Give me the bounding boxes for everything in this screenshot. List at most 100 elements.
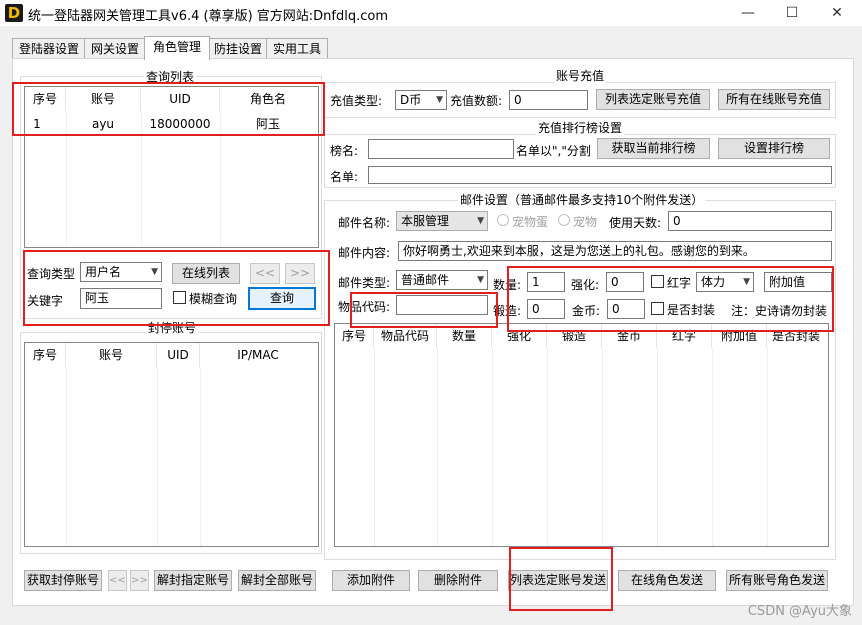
delete-attachment-button[interactable]: 删除附件 xyxy=(418,570,498,591)
fetch-ranking-button[interactable]: 获取当前排行榜 xyxy=(597,138,710,159)
column-header[interactable]: UID xyxy=(157,343,200,367)
quantity-input[interactable]: 1 xyxy=(527,272,565,292)
send-all-button[interactable]: 所有账号角色发送 xyxy=(726,570,828,591)
mail-name-select[interactable]: 本服管理 ▼ xyxy=(396,211,488,231)
ranking-list-input[interactable] xyxy=(368,166,832,184)
column-header[interactable]: 金币 xyxy=(602,324,657,348)
app-logo-icon: D xyxy=(5,4,23,22)
send-selected-button[interactable]: 列表选定账号发送 xyxy=(508,570,608,591)
column-header[interactable]: 附加值 xyxy=(712,324,767,348)
table-row[interactable]: 1 ayu 18000000 阿玉 xyxy=(25,114,318,134)
mail-title: 邮件设置（普通邮件最多支持10个附件发送） xyxy=(458,191,706,208)
gold-input[interactable]: 0 xyxy=(607,299,645,319)
recharge-selected-button[interactable]: 列表选定账号充值 xyxy=(596,89,710,110)
mail-type-label: 邮件类型: xyxy=(338,276,391,290)
title-bar: D 统一登陆器网关管理工具v6.4 (尊享版) 官方网站:Dnfdlq.com … xyxy=(0,0,862,26)
red-text-checkbox[interactable] xyxy=(651,275,664,288)
use-days-input[interactable]: 0 xyxy=(668,211,832,231)
column-header[interactable]: 序号 xyxy=(25,343,66,367)
watermark: CSDN @Ayu大象 xyxy=(747,604,852,619)
mail-type-select[interactable]: 普通邮件 ▼ xyxy=(396,270,488,290)
chevron-down-icon: ▼ xyxy=(151,267,158,277)
column-header[interactable]: 红字 xyxy=(657,324,712,348)
tab-role-management[interactable]: 角色管理 xyxy=(144,36,210,60)
online-list-button[interactable]: 在线列表 xyxy=(172,263,240,284)
banned-prev-button[interactable]: << xyxy=(108,570,127,591)
ranking-list-label: 名单: xyxy=(330,170,359,184)
prev-page-button[interactable]: << xyxy=(250,263,280,284)
attachment-list[interactable]: 序号 物品代码 数量 强化 锻造 金币 红字 附加值 是否封装 xyxy=(334,323,829,547)
use-days-label: 使用天数: xyxy=(609,216,662,230)
column-header[interactable]: 数量 xyxy=(437,324,492,348)
enhance-input[interactable]: 0 xyxy=(606,272,644,292)
tab-launcher-settings[interactable]: 登陆器设置 xyxy=(12,38,86,59)
fuzzy-search-checkbox[interactable] xyxy=(173,291,186,304)
send-online-button[interactable]: 在线角色发送 xyxy=(618,570,716,591)
fuzzy-search-label: 模糊查询 xyxy=(189,292,238,306)
close-icon[interactable]: ✕ xyxy=(815,0,859,26)
mail-content-input[interactable]: 你好啊勇士,欢迎来到本服，这是为您送上的礼包。感谢您的到来。 xyxy=(398,241,832,261)
recharge-type-label: 充值类型: xyxy=(330,94,383,108)
recharge-type-select[interactable]: D币 ▼ xyxy=(395,90,447,110)
recharge-amount-input[interactable]: 0 xyxy=(509,90,588,110)
minimize-icon[interactable]: — xyxy=(726,0,770,26)
query-list[interactable]: 序号 账号 UID 角色名 1 ayu 18000000 阿玉 xyxy=(24,86,319,248)
ranking-name-input[interactable] xyxy=(368,139,514,159)
tab-gateway-settings[interactable]: 网关设置 xyxy=(84,38,146,59)
set-ranking-button[interactable]: 设置排行榜 xyxy=(718,138,830,159)
window-title: 统一登陆器网关管理工具v6.4 (尊享版) 官方网站:Dnfdlq.com xyxy=(28,9,388,24)
maximize-icon[interactable]: ☐ xyxy=(770,0,814,26)
column-header[interactable]: 是否封装 xyxy=(767,324,825,348)
column-header[interactable]: 强化 xyxy=(492,324,547,348)
ranking-title: 充值排行榜设置 xyxy=(536,119,625,136)
column-header[interactable]: 物品代码 xyxy=(374,324,437,348)
pet-label: 宠物 xyxy=(573,215,598,229)
search-button[interactable]: 查询 xyxy=(248,287,316,310)
banned-next-button[interactable]: >> xyxy=(130,570,149,591)
forge-label: 锻造: xyxy=(493,304,522,318)
next-page-button[interactable]: >> xyxy=(285,263,315,284)
query-type-label: 查询类型 xyxy=(27,267,76,281)
column-header[interactable]: UID xyxy=(141,87,220,111)
unban-selected-button[interactable]: 解封指定账号 xyxy=(154,570,232,591)
query-list-title: 查询列表 xyxy=(144,68,197,85)
query-type-select[interactable]: 用户名 ▼ xyxy=(80,262,162,282)
pet-egg-radio[interactable] xyxy=(497,214,509,226)
item-code-label: 物品代码: xyxy=(338,300,391,314)
item-code-input[interactable] xyxy=(396,295,488,315)
column-header[interactable]: 账号 xyxy=(66,343,157,367)
unban-all-button[interactable]: 解封全部账号 xyxy=(238,570,316,591)
extra-value-input[interactable]: 附加值 xyxy=(764,272,832,292)
column-header[interactable]: 序号 xyxy=(25,87,66,111)
chevron-down-icon: ▼ xyxy=(477,275,484,285)
chevron-down-icon: ▼ xyxy=(743,277,750,287)
sealed-label: 是否封装 xyxy=(667,303,716,317)
pet-egg-label: 宠物蛋 xyxy=(512,215,549,229)
get-banned-button[interactable]: 获取封停账号 xyxy=(24,570,102,591)
add-attachment-button[interactable]: 添加附件 xyxy=(332,570,410,591)
stat-select[interactable]: 体力 ▼ xyxy=(696,272,754,292)
recharge-amount-label: 充值数额: xyxy=(450,94,503,108)
column-header[interactable]: 账号 xyxy=(66,87,141,111)
sealed-checkbox[interactable] xyxy=(651,302,664,315)
gold-label: 金币: xyxy=(572,304,601,318)
keyword-label: 关键字 xyxy=(27,294,64,308)
recharge-online-button[interactable]: 所有在线账号充值 xyxy=(718,89,830,110)
column-header[interactable]: IP/MAC xyxy=(200,343,316,367)
banned-accounts-title: 封停账号 xyxy=(146,319,199,336)
epic-note: 注：史诗请勿封装 xyxy=(731,304,828,318)
pet-radio[interactable] xyxy=(558,214,570,226)
keyword-input[interactable]: 阿玉 xyxy=(80,288,162,309)
mail-content-label: 邮件内容: xyxy=(338,246,391,260)
column-header[interactable]: 锻造 xyxy=(547,324,602,348)
chevron-down-icon: ▼ xyxy=(477,216,484,226)
tab-anti-cheat[interactable]: 防挂设置 xyxy=(208,38,268,59)
mail-name-label: 邮件名称: xyxy=(338,216,391,230)
column-header[interactable]: 序号 xyxy=(335,324,374,348)
column-header[interactable]: 角色名 xyxy=(220,87,316,111)
banned-accounts-list[interactable]: 序号 账号 UID IP/MAC xyxy=(24,342,319,547)
chevron-down-icon: ▼ xyxy=(436,95,443,105)
forge-input[interactable]: 0 xyxy=(527,299,565,319)
tab-utilities[interactable]: 实用工具 xyxy=(266,38,328,59)
ranking-hint: 名单以","分割 xyxy=(516,144,591,158)
